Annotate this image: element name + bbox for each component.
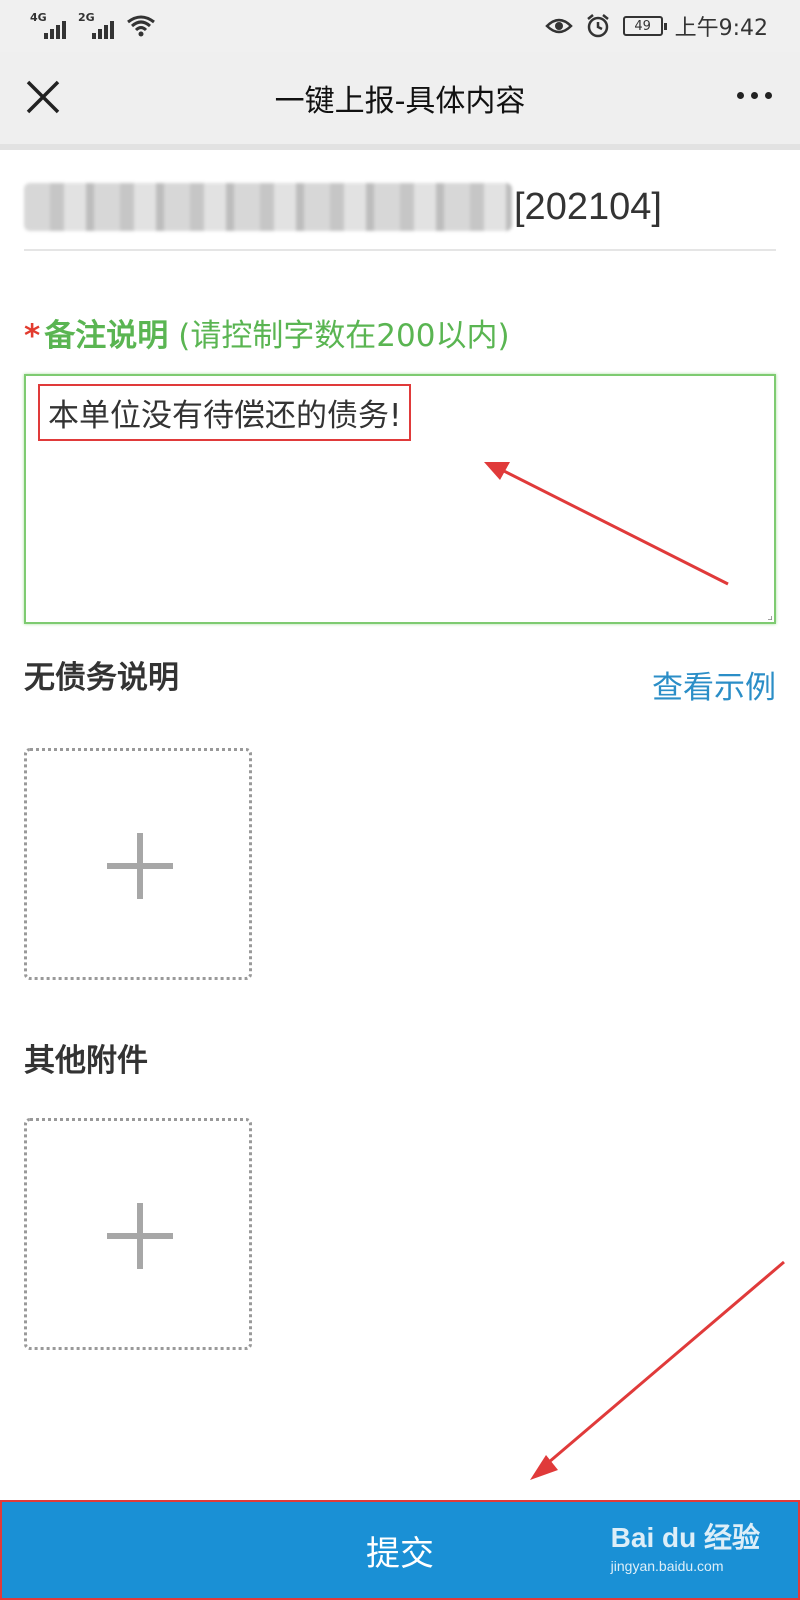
page-title: 一键上报-具体内容: [274, 84, 526, 119]
other-attachments-upload-button[interactable]: [24, 1118, 252, 1350]
arrow-head-submit: [530, 1455, 558, 1480]
no-debt-upload-button[interactable]: [24, 748, 252, 980]
baidu-jingyan-watermark: Bai du 经验 jingyan.baidu.com: [611, 1516, 760, 1574]
remark-title: 备注说明: [44, 318, 169, 354]
battery-icon: 49: [622, 16, 667, 36]
close-icon[interactable]: [24, 78, 62, 116]
watermark-sub: jingyan.baidu.com: [610, 1558, 724, 1574]
status-time: 上午9:42: [674, 16, 768, 41]
alarm-icon: [586, 14, 609, 38]
view-example-link[interactable]: 查看示例: [652, 662, 776, 707]
status-bar: 4G 2G 49 上午9:42: [0, 0, 800, 52]
signal-icon: 4G: [30, 11, 66, 39]
required-mark: *: [24, 318, 41, 354]
remark-textarea[interactable]: 本单位没有待偿还的债务!: [24, 374, 776, 624]
redacted-unit-name: [24, 183, 512, 231]
nav-bar: 一键上报-具体内容: [0, 52, 800, 150]
no-debt-title: 无债务说明: [24, 660, 179, 696]
remark-value: 本单位没有待偿还的债务!: [38, 384, 412, 441]
plus-icon: [107, 1203, 173, 1269]
watermark-main: Bai du 经验: [610, 1522, 760, 1553]
arrow-to-submit: [541, 1260, 785, 1470]
resize-handle[interactable]: [768, 616, 772, 620]
submit-label: 提交: [366, 1533, 434, 1574]
report-period: [202104]: [514, 185, 662, 228]
remark-label: * 备注说明 (请控制字数在200以内): [24, 310, 510, 355]
eye-icon: [544, 18, 573, 34]
battery-level: 49: [634, 18, 651, 34]
more-icon[interactable]: [737, 92, 772, 99]
unit-header: [202104]: [24, 165, 776, 251]
signal-icon-2: 2G: [78, 11, 114, 39]
wifi-icon: [127, 15, 155, 37]
plus-icon: [107, 833, 173, 899]
remark-hint: (请控制字数在200以内): [178, 318, 510, 354]
other-attachments-title: 其他附件: [24, 1043, 148, 1079]
